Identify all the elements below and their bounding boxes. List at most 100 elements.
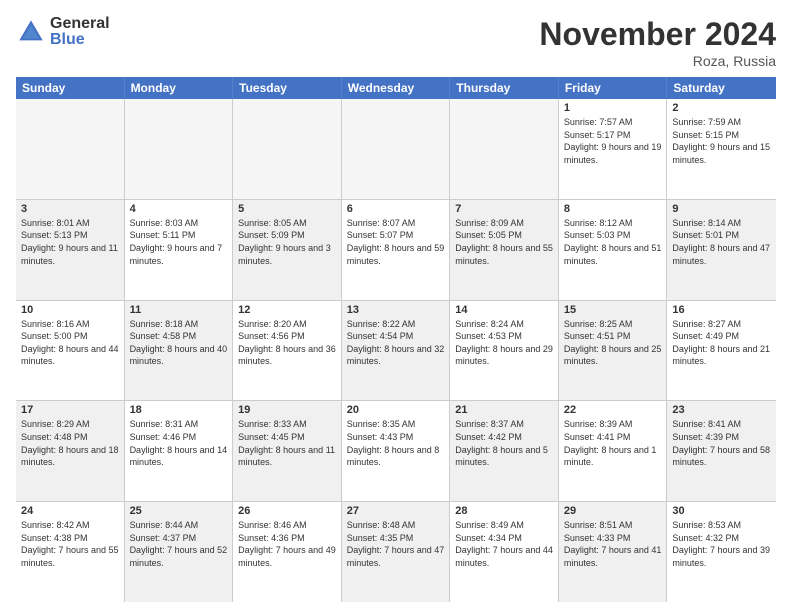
calendar-row-3: 17 Sunrise: 8:29 AM Sunset: 4:48 PM Dayli…: [16, 401, 776, 502]
day-details: Sunrise: 8:46 AM Sunset: 4:36 PM Dayligh…: [238, 519, 336, 569]
title-block: November 2024 Roza, Russia: [539, 16, 776, 69]
calendar-cell-4-3: 27 Sunrise: 8:48 AM Sunset: 4:35 PM Dayli…: [342, 502, 451, 602]
calendar-cell-4-1: 25Sunrise: 8:44 AM Sunset: 4:37 PM Dayli…: [125, 502, 234, 602]
header-day-wednesday: Wednesday: [342, 77, 451, 99]
day-number: 4: [130, 203, 228, 215]
calendar-cell-0-3: [342, 99, 451, 199]
day-number: 7: [455, 203, 553, 215]
logo-icon: [16, 17, 46, 47]
day-number: 29: [564, 505, 662, 517]
day-number: 23: [672, 404, 771, 416]
calendar-cell-4-4: 28Sunrise: 8:49 AM Sunset: 4:34 PM Dayli…: [450, 502, 559, 602]
day-details: Sunrise: 8:22 AM Sunset: 4:54 PM Dayligh…: [347, 318, 445, 368]
day-details: Sunrise: 8:48 AM Sunset: 4:35 PM Dayligh…: [347, 519, 445, 569]
calendar-row-0: 1Sunrise: 7:57 AM Sunset: 5:17 PM Daylig…: [16, 99, 776, 200]
calendar-cell-2-3: 13 Sunrise: 8:22 AM Sunset: 4:54 PM Dayli…: [342, 301, 451, 401]
calendar-cell-1-5: 8Sunrise: 8:12 AM Sunset: 5:03 PM Daylig…: [559, 200, 668, 300]
calendar-cell-2-1: 11 Sunrise: 8:18 AM Sunset: 4:58 PM Dayli…: [125, 301, 234, 401]
calendar-cell-1-6: 9 Sunrise: 8:14 AM Sunset: 5:01 PM Daylig…: [667, 200, 776, 300]
day-number: 19: [238, 404, 336, 416]
day-details: Sunrise: 8:03 AM Sunset: 5:11 PM Dayligh…: [130, 217, 228, 267]
day-details: Sunrise: 8:49 AM Sunset: 4:34 PM Dayligh…: [455, 519, 553, 569]
day-details: Sunrise: 8:33 AM Sunset: 4:45 PM Dayligh…: [238, 418, 336, 468]
calendar-cell-2-5: 15 Sunrise: 8:25 AM Sunset: 4:51 PM Dayli…: [559, 301, 668, 401]
day-details: Sunrise: 8:25 AM Sunset: 4:51 PM Dayligh…: [564, 318, 662, 368]
location: Roza, Russia: [539, 53, 776, 69]
day-number: 30: [672, 505, 771, 517]
calendar-cell-4-2: 26 Sunrise: 8:46 AM Sunset: 4:36 PM Dayli…: [233, 502, 342, 602]
day-number: 2: [672, 102, 771, 114]
day-number: 24: [21, 505, 119, 517]
day-number: 12: [238, 304, 336, 316]
day-details: Sunrise: 8:53 AM Sunset: 4:32 PM Dayligh…: [672, 519, 771, 569]
calendar-cell-3-2: 19 Sunrise: 8:33 AM Sunset: 4:45 PM Dayli…: [233, 401, 342, 501]
calendar-cell-2-4: 14 Sunrise: 8:24 AM Sunset: 4:53 PM Dayli…: [450, 301, 559, 401]
day-details: Sunrise: 8:09 AM Sunset: 5:05 PM Dayligh…: [455, 217, 553, 267]
day-details: Sunrise: 8:37 AM Sunset: 4:42 PM Dayligh…: [455, 418, 553, 468]
header-day-friday: Friday: [559, 77, 668, 99]
header: General Blue November 2024 Roza, Russia: [16, 16, 776, 69]
day-number: 21: [455, 404, 553, 416]
day-number: 18: [130, 404, 228, 416]
day-details: Sunrise: 7:59 AM Sunset: 5:15 PM Dayligh…: [672, 116, 771, 166]
day-number: 10: [21, 304, 119, 316]
day-details: Sunrise: 8:31 AM Sunset: 4:46 PM Dayligh…: [130, 418, 228, 468]
day-details: Sunrise: 8:20 AM Sunset: 4:56 PM Dayligh…: [238, 318, 336, 368]
calendar-cell-0-4: [450, 99, 559, 199]
day-details: Sunrise: 8:51 AM Sunset: 4:33 PM Dayligh…: [564, 519, 662, 569]
day-number: 26: [238, 505, 336, 517]
calendar-header: SundayMondayTuesdayWednesdayThursdayFrid…: [16, 77, 776, 99]
day-number: 14: [455, 304, 553, 316]
calendar-cell-4-0: 24 Sunrise: 8:42 AM Sunset: 4:38 PM Dayli…: [16, 502, 125, 602]
day-details: Sunrise: 8:01 AM Sunset: 5:13 PM Dayligh…: [21, 217, 119, 267]
header-day-tuesday: Tuesday: [233, 77, 342, 99]
day-details: Sunrise: 8:14 AM Sunset: 5:01 PM Dayligh…: [672, 217, 771, 267]
calendar-cell-1-1: 4 Sunrise: 8:03 AM Sunset: 5:11 PM Daylig…: [125, 200, 234, 300]
day-number: 11: [130, 304, 228, 316]
day-details: Sunrise: 7:57 AM Sunset: 5:17 PM Dayligh…: [564, 116, 662, 166]
calendar-cell-1-0: 3 Sunrise: 8:01 AM Sunset: 5:13 PM Daylig…: [16, 200, 125, 300]
day-number: 6: [347, 203, 445, 215]
calendar-cell-1-3: 6Sunrise: 8:07 AM Sunset: 5:07 PM Daylig…: [342, 200, 451, 300]
day-number: 9: [672, 203, 771, 215]
calendar-cell-2-0: 10 Sunrise: 8:16 AM Sunset: 5:00 PM Dayli…: [16, 301, 125, 401]
day-number: 13: [347, 304, 445, 316]
calendar-cell-3-0: 17 Sunrise: 8:29 AM Sunset: 4:48 PM Dayli…: [16, 401, 125, 501]
day-number: 22: [564, 404, 662, 416]
calendar-cell-2-6: 16 Sunrise: 8:27 AM Sunset: 4:49 PM Dayli…: [667, 301, 776, 401]
calendar-body: 1Sunrise: 7:57 AM Sunset: 5:17 PM Daylig…: [16, 99, 776, 602]
day-details: Sunrise: 8:18 AM Sunset: 4:58 PM Dayligh…: [130, 318, 228, 368]
header-day-thursday: Thursday: [450, 77, 559, 99]
day-number: 15: [564, 304, 662, 316]
day-number: 16: [672, 304, 771, 316]
calendar-cell-2-2: 12 Sunrise: 8:20 AM Sunset: 4:56 PM Dayli…: [233, 301, 342, 401]
calendar-cell-3-4: 21 Sunrise: 8:37 AM Sunset: 4:42 PM Dayli…: [450, 401, 559, 501]
header-day-sunday: Sunday: [16, 77, 125, 99]
day-details: Sunrise: 8:24 AM Sunset: 4:53 PM Dayligh…: [455, 318, 553, 368]
calendar-cell-4-5: 29 Sunrise: 8:51 AM Sunset: 4:33 PM Dayli…: [559, 502, 668, 602]
calendar-row-4: 24 Sunrise: 8:42 AM Sunset: 4:38 PM Dayli…: [16, 502, 776, 602]
logo-general: General: [50, 16, 110, 32]
calendar-cell-1-2: 5Sunrise: 8:05 AM Sunset: 5:09 PM Daylig…: [233, 200, 342, 300]
calendar-row-2: 10 Sunrise: 8:16 AM Sunset: 5:00 PM Dayli…: [16, 301, 776, 402]
day-number: 3: [21, 203, 119, 215]
day-details: Sunrise: 8:39 AM Sunset: 4:41 PM Dayligh…: [564, 418, 662, 468]
calendar-cell-1-4: 7 Sunrise: 8:09 AM Sunset: 5:05 PM Daylig…: [450, 200, 559, 300]
logo-blue: Blue: [50, 32, 110, 48]
day-details: Sunrise: 8:35 AM Sunset: 4:43 PM Dayligh…: [347, 418, 445, 468]
day-details: Sunrise: 8:29 AM Sunset: 4:48 PM Dayligh…: [21, 418, 119, 468]
header-day-saturday: Saturday: [667, 77, 776, 99]
day-number: 25: [130, 505, 228, 517]
day-number: 27: [347, 505, 445, 517]
day-number: 17: [21, 404, 119, 416]
calendar-cell-0-1: [125, 99, 234, 199]
calendar-cell-0-5: 1Sunrise: 7:57 AM Sunset: 5:17 PM Daylig…: [559, 99, 668, 199]
calendar-cell-3-6: 23Sunrise: 8:41 AM Sunset: 4:39 PM Dayli…: [667, 401, 776, 501]
calendar-cell-0-6: 2 Sunrise: 7:59 AM Sunset: 5:15 PM Daylig…: [667, 99, 776, 199]
calendar-cell-3-5: 22 Sunrise: 8:39 AM Sunset: 4:41 PM Dayli…: [559, 401, 668, 501]
day-details: Sunrise: 8:16 AM Sunset: 5:00 PM Dayligh…: [21, 318, 119, 368]
day-number: 5: [238, 203, 336, 215]
day-details: Sunrise: 8:42 AM Sunset: 4:38 PM Dayligh…: [21, 519, 119, 569]
day-details: Sunrise: 8:27 AM Sunset: 4:49 PM Dayligh…: [672, 318, 771, 368]
calendar-cell-0-0: [16, 99, 125, 199]
